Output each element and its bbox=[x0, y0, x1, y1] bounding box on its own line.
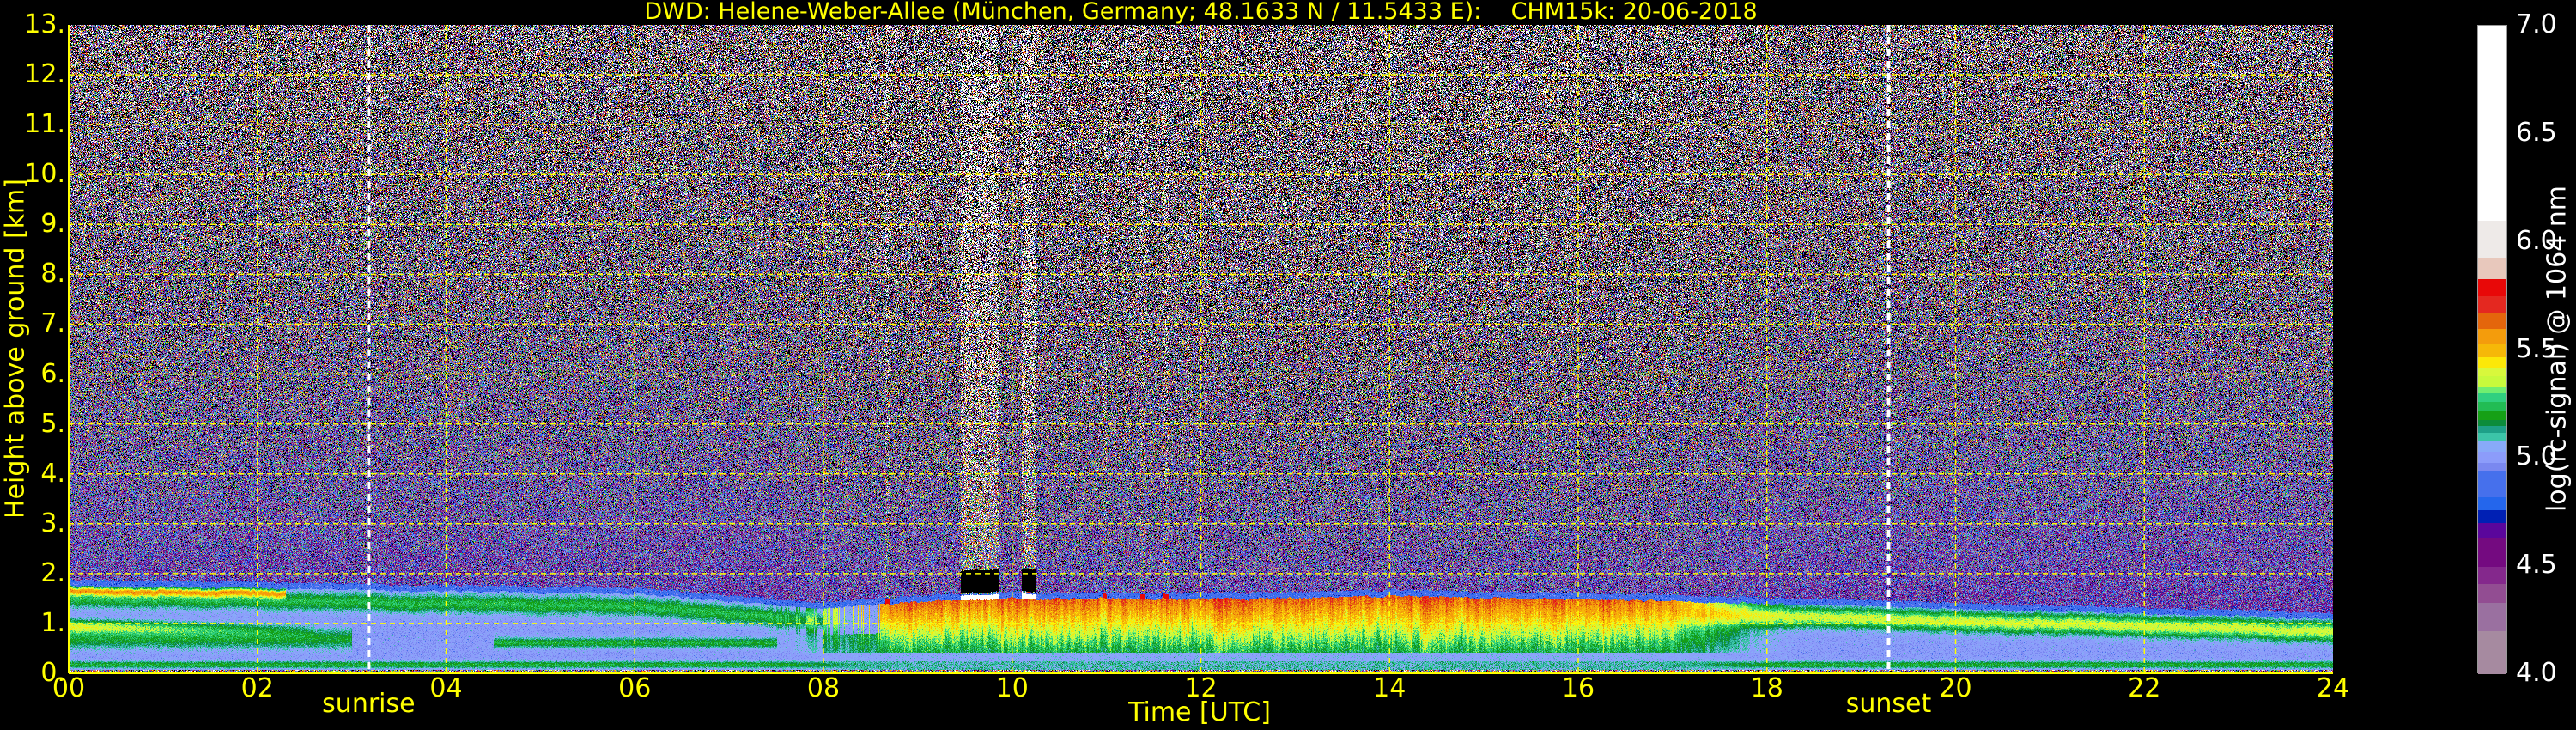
colorbar-segment bbox=[2478, 432, 2506, 441]
colorbar-tick-label: 7.0 bbox=[2516, 9, 2557, 40]
colorbar-segment bbox=[2478, 356, 2506, 368]
colorbar-segment bbox=[2478, 392, 2506, 403]
y-tick-label: 12. bbox=[24, 59, 65, 90]
x-tick-label: 22 bbox=[2128, 673, 2161, 703]
x-tick-label: 02 bbox=[240, 673, 274, 703]
x-axis-label: Time [UTC] bbox=[1128, 697, 1271, 727]
colorbar-segment bbox=[2478, 295, 2506, 314]
x-tick-label: 06 bbox=[618, 673, 652, 703]
x-tick-label: 10 bbox=[995, 673, 1029, 703]
colorbar-segment bbox=[2478, 522, 2506, 538]
backscatter-heatmap bbox=[69, 25, 2333, 673]
colorbar-segment bbox=[2478, 630, 2506, 675]
sunset-label: sunset bbox=[1845, 689, 1932, 719]
colorbar-segment bbox=[2478, 328, 2506, 344]
y-tick-label: 2. bbox=[40, 557, 65, 588]
x-tick-label: 18 bbox=[1750, 673, 1783, 703]
colorbar-segment bbox=[2478, 257, 2506, 279]
colorbar-tick-label: 4.0 bbox=[2516, 658, 2557, 688]
colorbar-segment bbox=[2478, 343, 2506, 357]
colorbar-segment bbox=[2478, 410, 2506, 420]
x-tick-label: 24 bbox=[2316, 673, 2350, 703]
colorbar-tick-label: 6.5 bbox=[2516, 117, 2557, 148]
y-tick-label: 11. bbox=[24, 109, 65, 140]
colorbar-segment bbox=[2478, 401, 2506, 411]
colorbar-segment bbox=[2478, 471, 2506, 498]
colorbar-segment bbox=[2478, 278, 2506, 297]
colorbar-segment bbox=[2478, 496, 2506, 511]
colorbar-tick-label: 4.5 bbox=[2516, 550, 2557, 581]
y-axis-label: Height above ground [km] bbox=[0, 179, 31, 519]
colorbar-segment bbox=[2478, 566, 2506, 584]
colorbar-segment bbox=[2478, 425, 2506, 433]
y-tick-label: 1. bbox=[40, 607, 65, 638]
colorbar-segment bbox=[2478, 26, 2506, 221]
x-tick-label: 08 bbox=[806, 673, 841, 703]
colorbar-segment bbox=[2478, 602, 2506, 632]
x-tick-label: 04 bbox=[429, 673, 463, 703]
colorbar-segment bbox=[2478, 313, 2506, 329]
colorbar-segment bbox=[2478, 220, 2506, 258]
colorbar-segment bbox=[2478, 441, 2506, 453]
x-tick-label: 16 bbox=[1561, 673, 1595, 703]
colorbar-segment bbox=[2478, 375, 2506, 387]
colorbar-segment bbox=[2478, 419, 2506, 427]
colorbar-segment bbox=[2478, 462, 2506, 471]
colorbar-segment bbox=[2478, 451, 2506, 463]
colorbar-segment bbox=[2478, 583, 2506, 604]
colorbar-label: log(rc-signal) @ 1064 nm bbox=[2542, 185, 2573, 513]
colorbar-segment bbox=[2478, 367, 2506, 377]
x-tick-label: 14 bbox=[1373, 673, 1406, 703]
chart-title: DWD: Helene-Weber-Allee (München, German… bbox=[644, 0, 1758, 25]
sunrise-label: sunrise bbox=[322, 689, 416, 719]
colorbar bbox=[2477, 25, 2507, 675]
colorbar-segment bbox=[2478, 509, 2506, 524]
x-tick-label: 00 bbox=[52, 673, 86, 703]
colorbar-segment bbox=[2478, 386, 2506, 394]
colorbar-segment bbox=[2478, 538, 2506, 567]
y-tick-label: 13. bbox=[24, 9, 65, 40]
